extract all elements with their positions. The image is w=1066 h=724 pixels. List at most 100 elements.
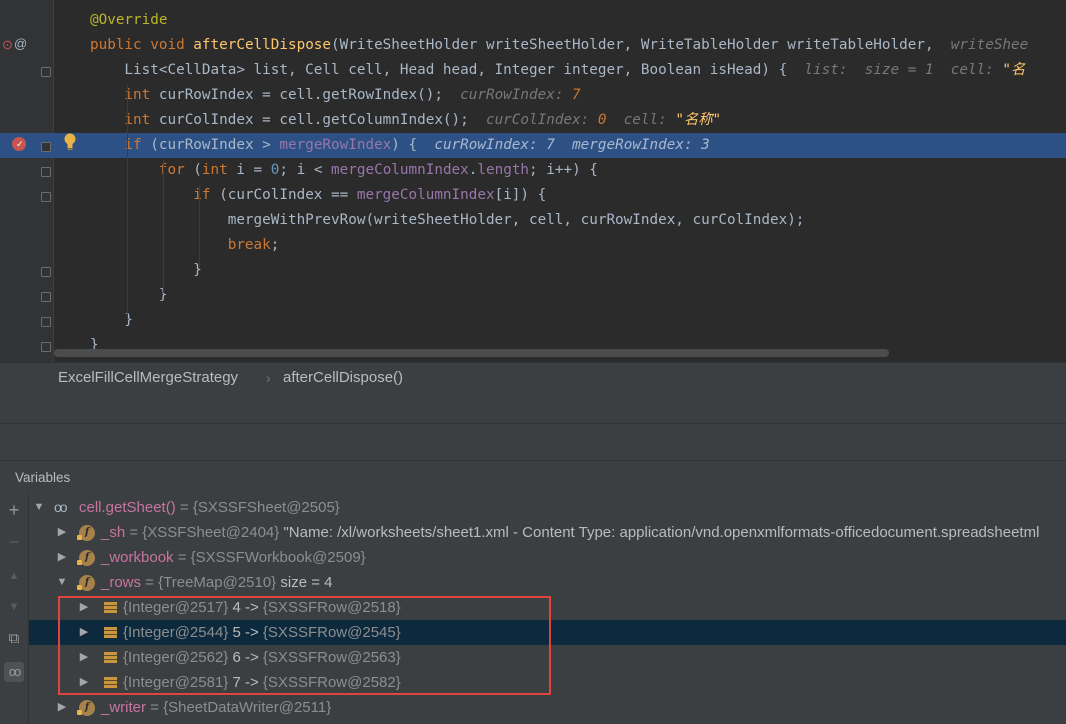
code-token: (WriteSheetHolder writeSheetHolder, Writ… — [331, 37, 951, 53]
map-entry-row[interactable]: ▶ {Integer@2544} 5 -> {SXSSFRow@2545} — [29, 620, 1066, 645]
code-token: public void — [90, 37, 194, 53]
add-watch-icon[interactable]: + — [4, 500, 24, 520]
breadcrumb-method[interactable]: afterCellDispose() — [283, 363, 403, 393]
fold-marker[interactable] — [41, 317, 51, 327]
collapse-arrow-icon[interactable]: ▶ — [56, 520, 68, 545]
code-line[interactable]: List<CellData> list, Cell cell, Head hea… — [0, 58, 1066, 83]
move-down-icon[interactable]: ▼ — [4, 597, 24, 617]
code-line[interactable]: int curColIndex = cell.getColumnIndex();… — [0, 108, 1066, 133]
move-up-icon[interactable]: ▲ — [4, 566, 24, 586]
variable-name: _workbook — [101, 549, 174, 566]
collapse-arrow-icon[interactable]: ▶ — [56, 545, 68, 570]
code-token: cell: — [606, 112, 676, 128]
variable-type: = {SXSSFWorkbook@2509} — [173, 549, 366, 566]
entry-key: 4 — [232, 599, 241, 616]
code-line[interactable]: int curRowIndex = cell.getRowIndex(); cu… — [0, 83, 1066, 108]
collapse-arrow-icon[interactable]: ▶ — [78, 670, 90, 695]
breadcrumb-class[interactable]: ExcelFillCellMergeStrategy — [58, 363, 238, 393]
code-token: for — [90, 162, 194, 178]
indent-guide — [127, 84, 128, 319]
code-token: } — [90, 287, 168, 303]
entry-key-type: {Integer@2544} — [123, 624, 233, 641]
code-token: List<CellData> list, Cell cell, Head hea… — [90, 62, 805, 78]
map-entry-row[interactable]: ▶ {Integer@2517} 4 -> {SXSSFRow@2518} — [29, 595, 1066, 620]
code-line[interactable]: mergeWithPrevRow(writeSheetHolder, cell,… — [0, 208, 1066, 233]
expand-arrow-icon[interactable]: ▼ — [33, 495, 45, 520]
code-token: curColIndex = cell.getColumnIndex(); — [158, 112, 486, 128]
field-icon: f — [77, 575, 95, 591]
code-token: "名 — [1002, 62, 1026, 78]
fold-marker[interactable] — [41, 67, 51, 77]
code-token: mergeColumnIndex — [356, 187, 495, 203]
code-line[interactable]: } — [0, 283, 1066, 308]
variables-toolbar: + − ▲ ▼ ⧉ oo — [0, 494, 29, 724]
code-token: ; — [270, 237, 280, 253]
code-line[interactable]: break; — [0, 233, 1066, 258]
collapse-arrow-icon[interactable]: ▶ — [78, 645, 90, 670]
code-line-text: int curColIndex = cell.getColumnIndex();… — [90, 108, 721, 133]
indent-guide — [199, 185, 200, 269]
code-token: @Override — [90, 12, 168, 28]
tree-row[interactable]: ▼ f _rows = {TreeMap@2510} size = 4 — [29, 570, 1066, 595]
tree-row[interactable]: ▶ f _workbook = {SXSSFWorkbook@2509} — [29, 545, 1066, 570]
code-line-text: for (int i = 0; i < mergeColumnIndex.len… — [90, 158, 598, 183]
variable-name: _writer — [101, 699, 147, 716]
fold-marker[interactable] — [41, 167, 51, 177]
fold-marker[interactable] — [41, 267, 51, 277]
code-line-text: List<CellData> list, Cell cell, Head hea… — [90, 58, 1025, 83]
entry-key: 5 — [232, 624, 241, 641]
fold-marker[interactable] — [41, 342, 51, 352]
variables-title: Variables — [15, 470, 71, 485]
expand-arrow-icon[interactable]: ▼ — [56, 570, 68, 595]
variables-tree[interactable]: ▼ oo cell.getSheet() = {SXSSFSheet@2505}… — [29, 494, 1066, 724]
code-line[interactable]: @Override — [0, 8, 1066, 33]
watches-toggle-icon[interactable]: oo — [4, 662, 24, 682]
code-line-text: int curRowIndex = cell.getRowIndex(); cu… — [90, 83, 580, 108]
field-icon: f — [77, 700, 95, 716]
code-line[interactable]: } — [0, 258, 1066, 283]
remove-watch-icon[interactable]: − — [4, 532, 24, 552]
variable-name: _sh — [101, 524, 126, 541]
entry-value: {SXSSFRow@2518} — [262, 599, 401, 616]
code-token: curRowIndex: 7 mergeRowIndex: 3 — [434, 137, 710, 153]
annotation-marker-icon: @ — [14, 36, 28, 51]
entry-key-type: {Integer@2581} — [123, 674, 233, 691]
code-token: mergeWithPrevRow(writeSheetHolder, cell,… — [90, 212, 805, 228]
fold-marker[interactable] — [41, 192, 51, 202]
code-editor[interactable]: @Override public void afterCellDispose(Wr… — [0, 0, 1066, 362]
code-line-text: break; — [90, 233, 280, 258]
map-entry-row[interactable]: ▶ {Integer@2581} 7 -> {SXSSFRow@2582} — [29, 670, 1066, 695]
code-line[interactable]: } — [0, 308, 1066, 333]
code-line-current[interactable]: if (curRowIndex > mergeRowIndex) { curRo… — [0, 133, 1066, 158]
code-line[interactable]: public void afterCellDispose(WriteSheetH… — [0, 33, 1066, 58]
code-line[interactable]: for (int i = 0; i < mergeColumnIndex.len… — [0, 158, 1066, 183]
code-line[interactable]: if (curColIndex == mergeColumnIndex[i]) … — [0, 183, 1066, 208]
code-token: (curColIndex == — [219, 187, 357, 203]
tree-row[interactable]: ▶ f _sh = {XSSFSheet@2404} "Name: /xl/wo… — [29, 520, 1066, 545]
collapse-arrow-icon[interactable]: ▶ — [78, 620, 90, 645]
lightbulb-icon[interactable] — [63, 133, 77, 151]
debug-panel-toolbar-area — [0, 423, 1066, 460]
horizontal-scrollbar[interactable] — [54, 349, 889, 357]
map-entry-row[interactable]: ▶ {Integer@2562} 6 -> {SXSSFRow@2563} — [29, 645, 1066, 670]
fold-marker[interactable] — [41, 292, 51, 302]
code-token: curRowIndex: — [460, 87, 573, 103]
copy-icon[interactable]: ⧉ — [4, 629, 24, 649]
collapse-arrow-icon[interactable]: ▶ — [78, 595, 90, 620]
map-entry-icon — [104, 652, 117, 663]
code-line-text: } — [90, 258, 202, 283]
code-line-text: @Override — [90, 8, 167, 33]
entry-value: {SXSSFRow@2582} — [262, 674, 401, 691]
override-marker-icon[interactable]: ⊙ — [2, 37, 13, 53]
collapse-arrow-icon[interactable]: ▶ — [56, 695, 68, 720]
fold-marker[interactable] — [41, 142, 51, 152]
code-token: ( — [193, 162, 202, 178]
variable-value: "Name: /xl/worksheets/sheet1.xml - Conte… — [283, 524, 1040, 541]
code-token: afterCellDispose — [193, 37, 332, 53]
tree-row-root[interactable]: ▼ oo cell.getSheet() = {SXSSFSheet@2505} — [29, 495, 1066, 520]
variables-header: Variables — [0, 460, 1066, 495]
entry-key-type: {Integer@2562} — [123, 649, 233, 666]
variable-type: = {SheetDataWriter@2511} — [146, 699, 332, 716]
entry-arrow: -> — [240, 649, 263, 666]
tree-row[interactable]: ▶ f _writer = {SheetDataWriter@2511} — [29, 695, 1066, 720]
